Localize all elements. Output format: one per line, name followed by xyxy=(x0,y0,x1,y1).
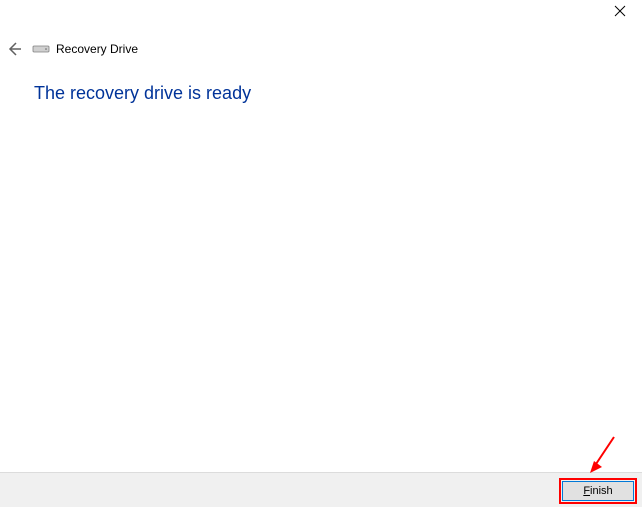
annotation-arrow xyxy=(588,435,618,475)
footer-bar: Finish xyxy=(0,472,642,507)
close-button[interactable] xyxy=(614,4,626,20)
back-button[interactable] xyxy=(6,41,22,57)
wizard-title: Recovery Drive xyxy=(56,42,138,56)
finish-button[interactable]: Finish xyxy=(562,481,634,501)
page-heading: The recovery drive is ready xyxy=(34,83,251,104)
wizard-header: Recovery Drive xyxy=(6,39,138,59)
drive-icon xyxy=(32,44,50,54)
